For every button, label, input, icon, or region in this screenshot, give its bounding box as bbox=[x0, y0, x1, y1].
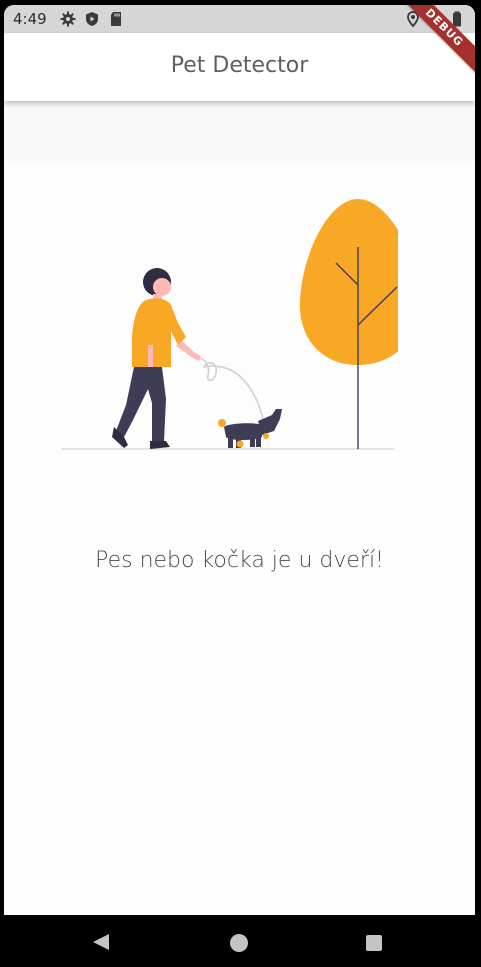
phone-frame: 4:49 DEBUG Pet Detector Pes nebo kočka j… bbox=[0, 0, 481, 967]
navigation-bar bbox=[0, 915, 481, 967]
sd-card-icon bbox=[111, 12, 121, 26]
app-screen: 4:49 DEBUG Pet Detector Pes nebo kočka j… bbox=[4, 5, 475, 915]
person-walking-dog-illustration bbox=[61, 199, 398, 450]
status-time: 4:49 bbox=[13, 10, 47, 28]
page-title: Pet Detector bbox=[170, 53, 309, 78]
detection-message: Pes nebo kočka je u dveří! bbox=[95, 548, 384, 573]
leash bbox=[198, 357, 265, 424]
dog-figure bbox=[218, 409, 282, 448]
status-bar: 4:49 bbox=[4, 5, 475, 33]
content-band bbox=[4, 101, 475, 161]
home-icon[interactable] bbox=[230, 934, 248, 952]
app-bar: Pet Detector bbox=[4, 33, 475, 101]
recents-icon[interactable] bbox=[366, 935, 382, 951]
shield-icon bbox=[86, 12, 98, 26]
tree-icon bbox=[299, 199, 398, 449]
back-icon[interactable] bbox=[93, 934, 109, 950]
person-figure bbox=[112, 268, 201, 449]
status-icons-left bbox=[60, 11, 124, 27]
settings-icon bbox=[60, 11, 76, 27]
